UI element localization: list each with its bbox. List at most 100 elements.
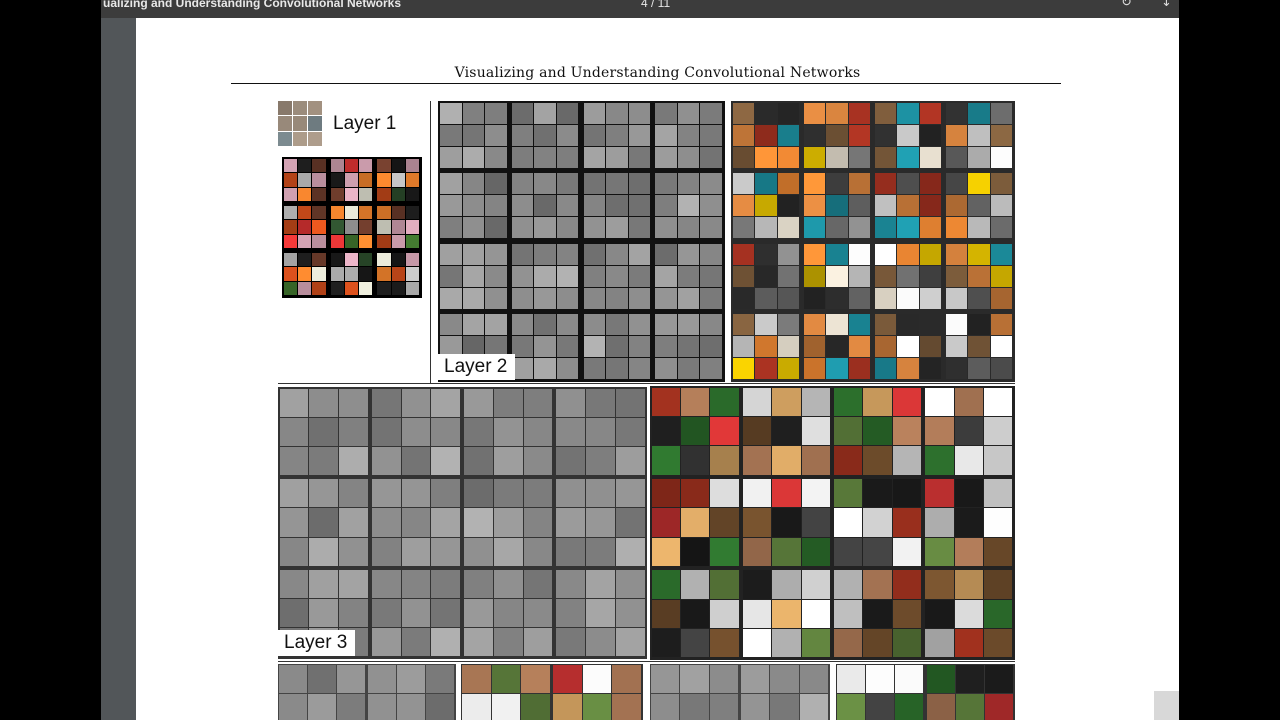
- image-tile: [377, 281, 391, 295]
- image-tile: [556, 195, 579, 217]
- image-tile: [772, 478, 801, 508]
- image-tile: [462, 103, 485, 125]
- image-tile: [777, 243, 799, 265]
- image-tile: [586, 537, 615, 566]
- image-tile: [491, 694, 521, 720]
- image-tile: [863, 629, 892, 658]
- image-tile: [897, 195, 919, 217]
- image-tile: [990, 243, 1012, 265]
- image-tile: [954, 629, 984, 658]
- image-tile: [826, 335, 848, 357]
- image-tile: [677, 287, 700, 309]
- image-tile: [799, 665, 828, 693]
- image-tile: [700, 195, 722, 217]
- image-tile: [431, 479, 460, 508]
- image-tile: [628, 125, 651, 147]
- image-tile: [848, 265, 870, 287]
- image-tile: [834, 478, 863, 508]
- image-tile: [279, 569, 309, 599]
- image-tile: [742, 416, 772, 446]
- image-tile: [655, 313, 677, 335]
- divider: [430, 101, 431, 383]
- image-tile: [586, 446, 615, 476]
- image-tile: [534, 125, 556, 147]
- image-tile: [523, 479, 553, 508]
- image-tile: [984, 508, 1013, 537]
- image-tile: [359, 173, 373, 187]
- image-tile: [710, 478, 739, 508]
- image-tile: [293, 131, 307, 146]
- image-tile: [990, 265, 1012, 287]
- image-tile: [523, 628, 553, 657]
- image-tile: [848, 103, 870, 125]
- image-tile: [755, 147, 777, 169]
- image-tile: [279, 537, 309, 566]
- image-tile: [677, 147, 700, 169]
- layer4-feature-grid: [278, 664, 456, 720]
- image-tile: [777, 147, 799, 169]
- image-tile: [284, 253, 298, 267]
- image-tile: [804, 335, 826, 357]
- image-tile: [733, 335, 755, 357]
- image-tile: [677, 335, 700, 357]
- page-indicator[interactable]: 4 / 11: [641, 0, 670, 10]
- image-tile: [377, 173, 391, 187]
- image-tile: [742, 387, 772, 416]
- image-tile: [863, 537, 892, 567]
- image-tile: [946, 243, 968, 265]
- layer2-patch-grid: [731, 101, 1015, 382]
- image-tile: [875, 217, 897, 239]
- image-tile: [397, 665, 425, 693]
- image-tile: [954, 387, 984, 416]
- image-tile: [440, 243, 462, 265]
- image-tile: [284, 206, 298, 220]
- rotate-icon[interactable]: ↻: [1121, 0, 1135, 9]
- image-tile: [556, 125, 579, 147]
- image-tile: [464, 446, 493, 476]
- image-tile: [799, 694, 828, 720]
- image-tile: [954, 478, 984, 508]
- image-tile: [651, 416, 680, 446]
- image-tile: [772, 508, 801, 537]
- image-tile: [710, 416, 739, 446]
- image-tile: [710, 446, 739, 475]
- image-tile: [556, 417, 585, 446]
- image-tile: [308, 116, 322, 131]
- image-tile: [892, 629, 922, 658]
- image-tile: [493, 417, 523, 446]
- image-tile: [990, 287, 1012, 309]
- image-tile: [777, 217, 799, 239]
- pdf-page: Visualizing and Understanding Convolutio…: [136, 18, 1179, 720]
- image-tile: [984, 694, 1013, 720]
- image-tile: [875, 195, 897, 217]
- image-tile: [680, 629, 710, 658]
- image-tile: [359, 234, 373, 248]
- image-tile: [493, 446, 523, 476]
- scrollbar-thumb[interactable]: [1154, 691, 1179, 720]
- image-tile: [677, 103, 700, 125]
- image-tile: [755, 125, 777, 147]
- image-tile: [710, 537, 739, 567]
- image-tile: [606, 335, 628, 357]
- image-tile: [946, 173, 968, 195]
- image-tile: [523, 537, 553, 566]
- image-tile: [801, 416, 830, 446]
- image-tile: [583, 195, 606, 217]
- image-tile: [371, 446, 401, 476]
- image-tile: [462, 694, 491, 720]
- image-tile: [312, 234, 326, 248]
- image-tile: [309, 417, 338, 446]
- image-tile: [897, 103, 919, 125]
- image-tile: [733, 287, 755, 309]
- image-tile: [680, 416, 710, 446]
- image-tile: [534, 103, 556, 125]
- image-tile: [462, 265, 485, 287]
- image-tile: [804, 265, 826, 287]
- image-tile: [534, 287, 556, 309]
- image-tile: [875, 357, 897, 379]
- image-tile: [405, 187, 419, 201]
- image-tile: [339, 479, 368, 508]
- image-tile: [955, 665, 984, 693]
- download-icon[interactable]: ↧: [1161, 0, 1175, 9]
- image-tile: [968, 335, 990, 357]
